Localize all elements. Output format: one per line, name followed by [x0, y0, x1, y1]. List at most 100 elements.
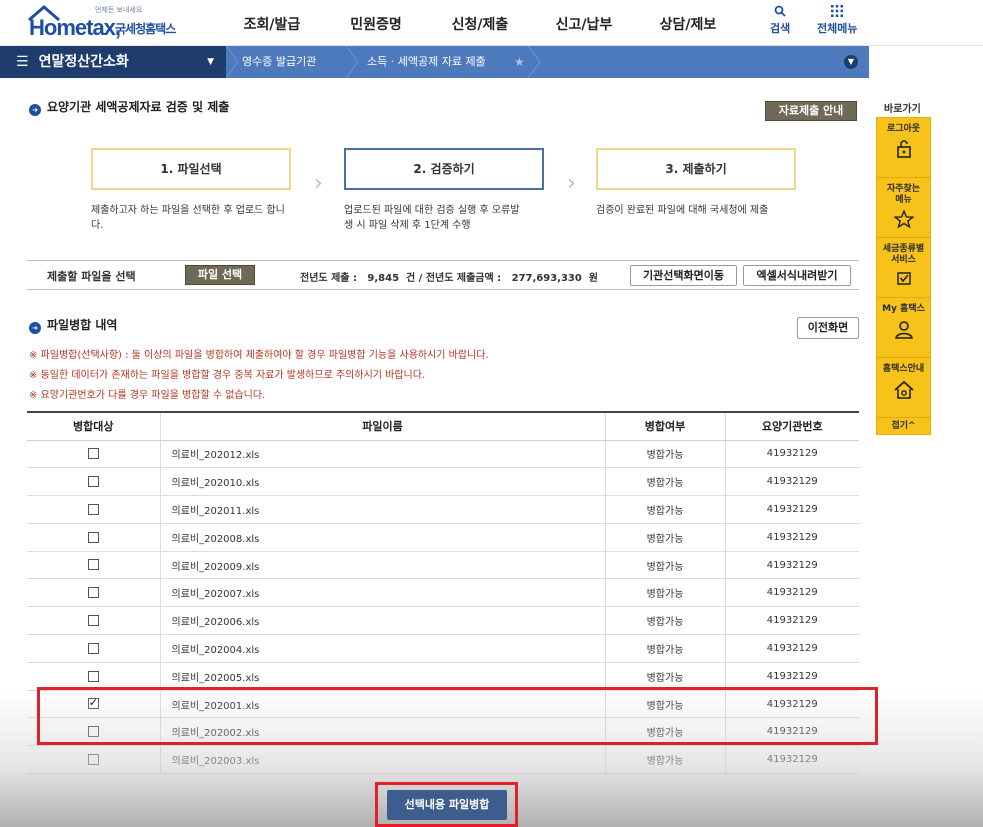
- merge-target-cell: [27, 523, 160, 552]
- table-row: 의료비_202012.xls 병합가능 41932129: [27, 440, 859, 469]
- file-name-cell: 의료비_202007.xls: [159, 578, 605, 608]
- quick-panel-title: 바로가기: [884, 104, 921, 115]
- merge-status-cell: 병합가능: [604, 467, 725, 497]
- breadcrumb-main-label: 연말정산간소화: [38, 54, 129, 70]
- search-tool[interactable]: 검색: [770, 5, 790, 36]
- chevron-right-icon: ›: [314, 171, 323, 196]
- org-code-cell: 41932129: [724, 467, 859, 497]
- step-file-select: 1. 파일선택: [91, 148, 291, 190]
- quick-favorites-label: 자주찾는 메뉴: [886, 184, 921, 205]
- file-name-cell: 의료비_202011.xls: [159, 495, 605, 524]
- file-name-cell: 의료비_202010.xls: [159, 467, 605, 497]
- merge-checkbox[interactable]: [87, 475, 99, 487]
- merge-target-cell: [27, 495, 160, 524]
- quick-hometax-guide-label: 홈택스안내: [882, 364, 925, 374]
- hometax-logo[interactable]: 언제든 보내세요 Hometax, 국세청홈택스: [27, 5, 197, 41]
- logo-main-text: Hometax,: [29, 15, 121, 40]
- merge-status-cell: 병합가능: [604, 495, 725, 524]
- org-code-cell: 41932129: [724, 440, 859, 469]
- caret-down-icon: ▼: [207, 57, 214, 67]
- merge-target-cell: [27, 551, 160, 580]
- note-line: ※ 파일병합(선택사항) : 둘 이상의 파일을 병합하여 제출하여야 할 경우…: [29, 350, 489, 361]
- table-header-row: 병합대상 파일이름 병합여부 요양기관번호: [27, 412, 859, 441]
- table-row: 의료비_202009.xls 병합가능 41932129: [27, 551, 859, 580]
- excel-download-button[interactable]: 엑셀서식내려받기: [743, 265, 851, 286]
- breadcrumb-item-receipt[interactable]: 영수증 발급기관: [242, 46, 316, 78]
- merge-status-cell: 병합가능: [604, 440, 725, 469]
- file-name-cell: 의료비_202006.xls: [159, 606, 605, 636]
- org-code-cell: 41932129: [724, 523, 859, 552]
- nav-certificate[interactable]: 민원증명: [324, 0, 428, 46]
- step-verify: 2. 검증하기: [344, 148, 544, 190]
- merge-checkbox[interactable]: [87, 531, 99, 543]
- logo-sub-text: 국세청홈택스: [115, 22, 176, 36]
- merge-notes: ※ 파일병합(선택사항) : 둘 이상의 파일을 병합하여 제출하여야 할 경우…: [29, 346, 489, 406]
- merge-checkbox[interactable]: [87, 670, 99, 682]
- expand-circle-icon[interactable]: ▼: [844, 55, 858, 69]
- table-row: 의료비_202010.xls 병합가능 41932129: [27, 467, 859, 497]
- step-verify-desc: 업로드된 파일에 대한 검증 실행 후 오류발생 시 파일 삭제 후 1단계 수…: [344, 205, 520, 231]
- table-row: 의료비_202003.xls 병합가능 41932129: [27, 745, 859, 775]
- quick-hometax-guide[interactable]: 홈택스안내: [877, 358, 930, 418]
- table-row: 의료비_202005.xls 병합가능 41932129: [27, 662, 859, 691]
- section-title-merge-text: 파일병합 내역: [47, 318, 118, 332]
- previous-screen-button[interactable]: 이전화면: [797, 317, 859, 339]
- merge-target-cell: [27, 662, 160, 691]
- note-line: ※ 동일한 데이터가 존재하는 파일을 병합할 경우 중복 자료가 발생하므로 …: [29, 370, 426, 381]
- hamburger-icon: ☰: [16, 54, 29, 70]
- merge-checkbox[interactable]: [87, 587, 99, 599]
- star-icon: [893, 210, 914, 228]
- section-title-merge: ➜ 파일병합 내역: [29, 316, 117, 334]
- favorite-star-icon[interactable]: ★: [514, 46, 525, 78]
- file-name-cell: 의료비_202012.xls: [159, 440, 605, 469]
- nav-application[interactable]: 신청/제출: [428, 0, 532, 46]
- quick-logout[interactable]: 로그아웃: [877, 118, 930, 178]
- merge-checkbox[interactable]: [87, 448, 99, 460]
- org-select-button[interactable]: 기관선택화면이동: [630, 265, 737, 286]
- breadcrumb-separator-icon: [346, 46, 359, 78]
- merge-status-cell: 병합가능: [604, 606, 725, 636]
- table-row: 의료비_202006.xls 병합가능 41932129: [27, 606, 859, 636]
- submit-guide-button[interactable]: 자료제출 안내: [765, 101, 857, 121]
- merge-status-cell: 병합가능: [604, 523, 725, 552]
- org-code-cell: 41932129: [724, 495, 859, 524]
- file-select-button[interactable]: 파일 선택: [185, 265, 255, 285]
- file-select-label: 제출할 파일을 선택: [47, 270, 136, 283]
- merge-target-cell: [27, 634, 160, 663]
- merge-checkbox[interactable]: [87, 753, 99, 765]
- breadcrumb-main[interactable]: ☰ 연말정산간소화 ▼: [0, 46, 226, 78]
- quick-favorites[interactable]: 자주찾는 메뉴: [877, 178, 930, 238]
- breadcrumb-item-deduction[interactable]: 소득 · 세액공제 자료 제출: [367, 46, 486, 78]
- arrow-circle-icon: ➜: [29, 322, 41, 334]
- search-label: 검색: [770, 22, 791, 35]
- top-header: 언제든 보내세요 Hometax, 국세청홈택스 조회/발급 민원증명 신청/제…: [0, 0, 983, 46]
- merge-target-cell: [27, 606, 160, 636]
- note-line: ※ 요양기관번호가 다를 경우 파일을 병합할 수 없습니다.: [29, 390, 266, 401]
- merge-target-cell: [27, 578, 160, 608]
- section-title-verify-text: 요양기관 세액공제자료 검증 및 제출: [47, 100, 230, 114]
- all-menu-tool[interactable]: 전체메뉴: [817, 5, 857, 36]
- merge-checkbox[interactable]: [87, 642, 99, 654]
- merge-checkbox[interactable]: [87, 503, 99, 515]
- quick-tax-services[interactable]: 세금종류별 서비스: [877, 238, 930, 298]
- merge-checkbox[interactable]: [87, 614, 99, 626]
- quick-fold-button[interactable]: 접기^: [877, 418, 930, 434]
- file-select-bar: 제출할 파일을 선택 파일 선택 전년도 제출 : 9,845 건 / 전년도 …: [27, 260, 859, 290]
- col-file-name: 파일이름: [159, 412, 605, 441]
- merge-checkbox[interactable]: [87, 559, 99, 571]
- lock-icon: [896, 140, 911, 158]
- col-merge-target: 병합대상: [27, 412, 160, 441]
- nav-inquiry[interactable]: 조회/발급: [220, 0, 324, 46]
- merge-selected-button[interactable]: 선택내용 파일병합: [387, 790, 507, 820]
- org-code-cell: 41932129: [724, 745, 859, 775]
- quick-my-hometax[interactable]: My 홈택스: [877, 298, 930, 358]
- col-org-code: 요양기관번호: [724, 412, 859, 441]
- nav-consult[interactable]: 상담/제보: [636, 0, 740, 46]
- step-submit: 3. 제출하기: [596, 148, 796, 190]
- file-name-cell: 의료비_202008.xls: [159, 523, 605, 552]
- file-name-cell: 의료비_202005.xls: [159, 662, 605, 691]
- table-row: 의료비_202004.xls 병합가능 41932129: [27, 634, 859, 663]
- step-submit-desc: 검증이 완료된 파일에 대해 국세청에 제출: [596, 205, 769, 216]
- org-code-cell: 41932129: [724, 578, 859, 608]
- nav-report[interactable]: 신고/납부: [532, 0, 636, 46]
